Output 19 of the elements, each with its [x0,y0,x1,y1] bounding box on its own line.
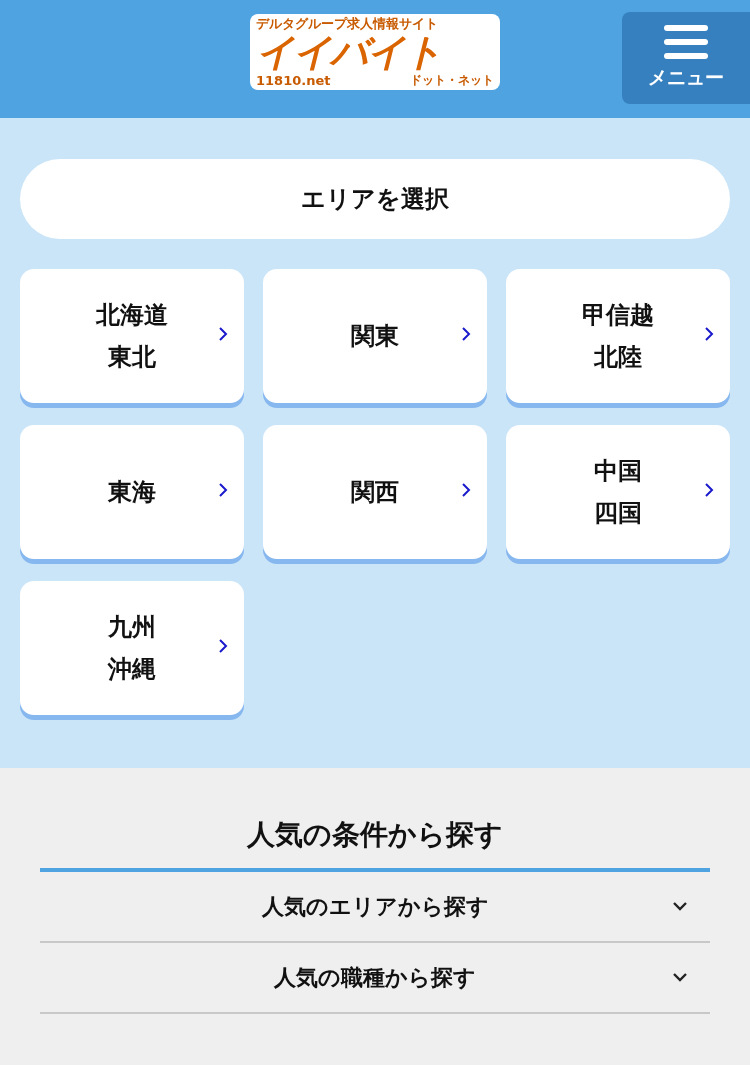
chevron-right-icon [461,482,471,498]
logo-tagline: デルタグループ求人情報サイト [256,16,438,31]
chevron-right-icon [704,482,714,498]
menu-button[interactable]: メニュー [622,12,750,104]
chevron-right-icon [461,326,471,342]
chevron-down-icon [672,972,688,982]
chevron-right-icon [704,326,714,342]
chevron-right-icon [218,638,228,654]
logo-domain: 11810.net [256,73,331,88]
section-title: 人気の条件から探す [40,816,710,872]
menu-icon [664,25,708,59]
accordion-item[interactable]: 人気の職種から探す [40,943,710,1014]
accordion-item[interactable]: 人気のエリアから探す [40,872,710,943]
logo-wordmark[interactable]: イイバイト [256,31,441,73]
chevron-down-icon [672,901,688,911]
area-select-button[interactable]: エリアを選択 [20,159,730,239]
logo-reading: ドット・ネット [410,73,494,88]
chevron-right-icon [218,482,228,498]
chevron-right-icon [218,326,228,342]
